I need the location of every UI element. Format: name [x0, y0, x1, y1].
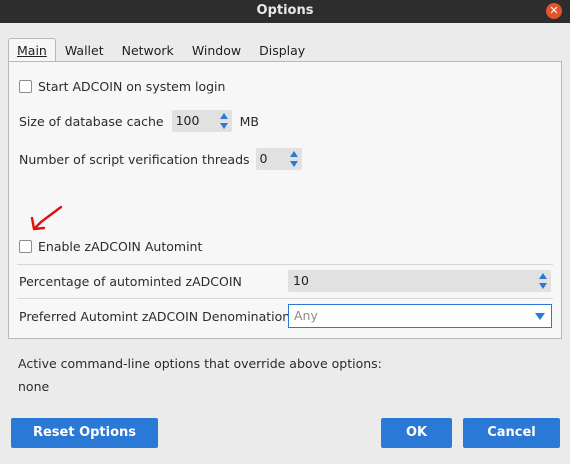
automint-checkbox[interactable]	[19, 240, 32, 253]
db-cache-unit: MB	[239, 113, 259, 129]
main-panel: Start ADCOIN on system login Size of dat…	[8, 61, 562, 339]
tab-window[interactable]: Window	[183, 38, 250, 62]
close-icon[interactable]: ✕	[546, 3, 562, 19]
automint-label: Enable zADCOIN Automint	[38, 239, 203, 254]
start-on-login-row[interactable]: Start ADCOIN on system login	[19, 79, 225, 94]
script-threads-value: 0	[259, 151, 268, 166]
tab-network[interactable]: Network	[113, 38, 183, 62]
spin-arrows-icon[interactable]	[289, 151, 298, 167]
spin-arrows-icon[interactable]	[219, 113, 228, 129]
automint-row[interactable]: Enable zADCOIN Automint	[19, 239, 202, 254]
automint-denomination-select[interactable]: Any	[288, 304, 552, 328]
tab-wallet[interactable]: Wallet	[56, 38, 113, 62]
script-threads-label: Number of script verification threads	[19, 151, 250, 167]
db-cache-value: 100	[175, 113, 200, 128]
script-threads-row: Number of script verification threads 0	[19, 148, 302, 170]
tab-bar: Main Wallet Network Window Display	[8, 38, 314, 62]
cancel-button[interactable]: Cancel	[463, 418, 560, 448]
db-cache-row: Size of database cache 100 MB	[19, 110, 259, 132]
override-heading: Active command-line options that overrid…	[18, 356, 382, 371]
tab-main[interactable]: Main	[8, 38, 56, 62]
annotation-arrow-icon	[30, 205, 63, 231]
chevron-down-icon[interactable]	[535, 313, 545, 320]
db-cache-spinbox[interactable]: 100	[171, 110, 232, 132]
divider	[17, 298, 553, 299]
script-threads-spinbox[interactable]: 0	[255, 148, 302, 170]
automint-denomination-label: Preferred Automint zADCOIN Denomination	[19, 309, 291, 324]
tab-display[interactable]: Display	[250, 38, 314, 62]
start-on-login-checkbox[interactable]	[19, 80, 32, 93]
start-on-login-label: Start ADCOIN on system login	[38, 79, 226, 94]
reset-options-button[interactable]: Reset Options	[11, 418, 158, 448]
automint-denomination-row: Preferred Automint zADCOIN Denomination	[19, 309, 290, 324]
db-cache-label: Size of database cache	[19, 113, 164, 129]
automint-percentage-value: 10	[293, 273, 309, 288]
automint-denomination-value: Any	[294, 308, 318, 323]
override-value: none	[18, 379, 50, 394]
spin-arrows-icon[interactable]	[539, 273, 547, 289]
automint-percentage-label: Percentage of autominted zADCOIN	[19, 274, 242, 289]
automint-percentage-spinbox[interactable]: 10	[288, 270, 551, 292]
window-title: Options	[256, 3, 314, 18]
ok-button[interactable]: OK	[381, 418, 452, 448]
divider	[17, 264, 553, 265]
title-bar: Options ✕	[0, 0, 570, 23]
automint-percentage-row: Percentage of autominted zADCOIN	[19, 274, 242, 289]
